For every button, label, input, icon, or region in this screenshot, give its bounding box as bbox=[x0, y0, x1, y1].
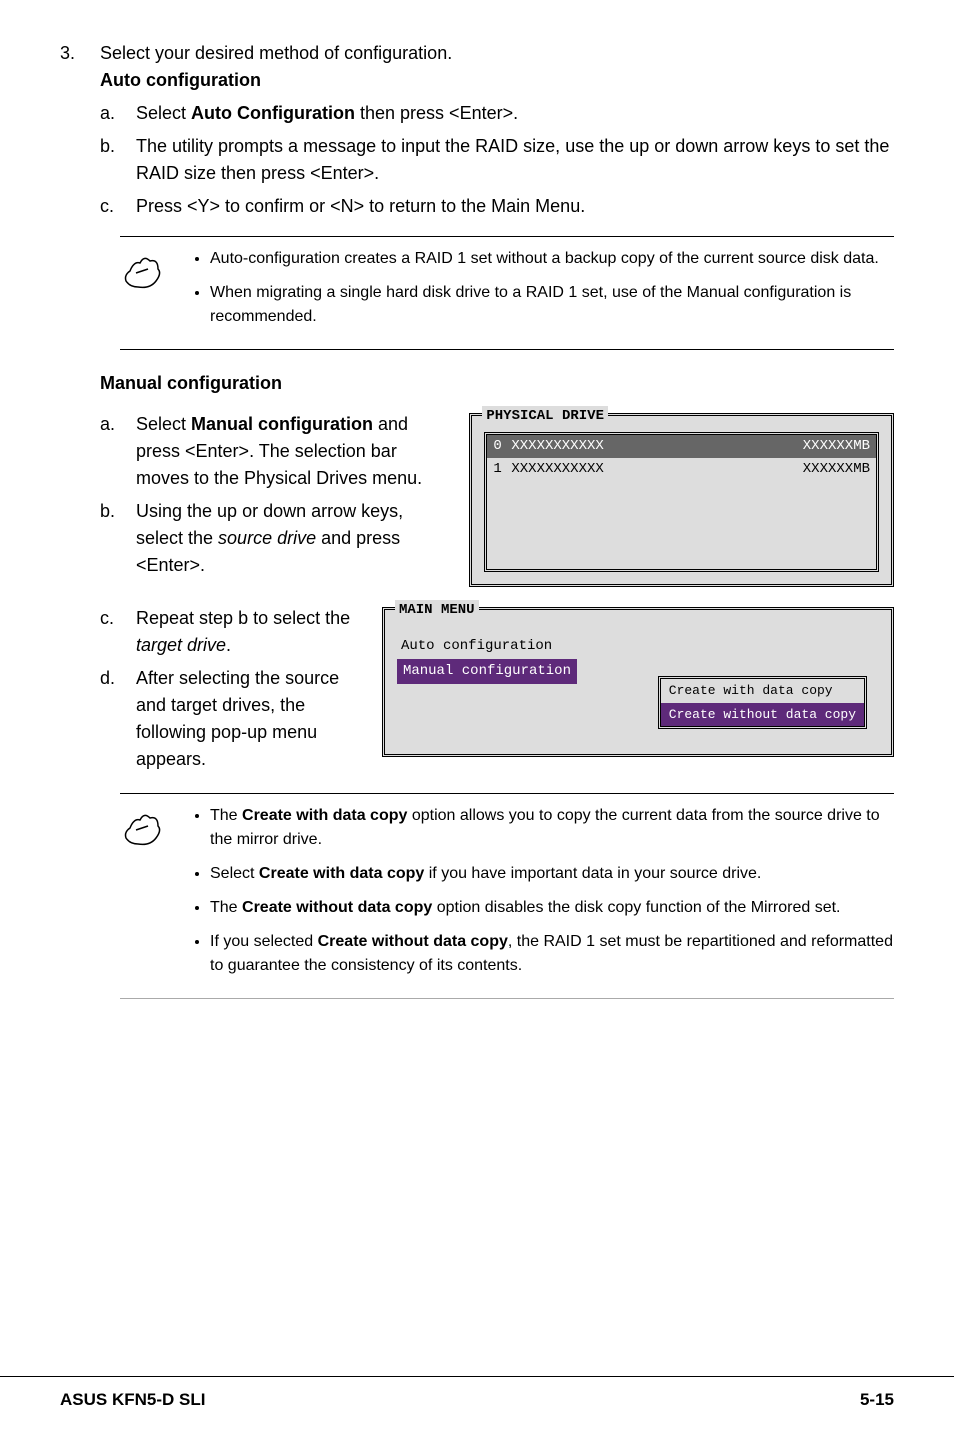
drive-row: 1 XXXXXXXXXXX XXXXXXMB bbox=[487, 458, 876, 481]
manual-b-letter: b. bbox=[100, 498, 136, 579]
popup-create-with-copy: Create with data copy bbox=[661, 679, 864, 703]
footer-model: ASUS KFN5-D SLI bbox=[60, 1387, 205, 1413]
manual-d-text: After selecting the source and target dr… bbox=[136, 665, 370, 773]
popup-create-without-copy: Create without data copy bbox=[661, 703, 864, 727]
sub-a-text: Select Auto Configuration then press <En… bbox=[136, 100, 894, 127]
main-menu-title: MAIN MENU bbox=[395, 600, 479, 621]
note1-bullet1: Auto-configuration creates a RAID 1 set … bbox=[210, 247, 894, 271]
manual-d-letter: d. bbox=[100, 665, 136, 773]
note2-bullet2: Select Create with data copy if you have… bbox=[210, 862, 894, 886]
physical-drive-panel: PHYSICAL DRIVE 0 XXXXXXXXXXX XXXXXXMB 1 … bbox=[469, 413, 894, 587]
manual-config-heading: Manual configuration bbox=[100, 370, 894, 397]
note-hand-icon bbox=[120, 804, 190, 988]
sub-b-text: The utility prompts a message to input t… bbox=[136, 133, 894, 187]
main-menu-panel: MAIN MENU Auto configuration Manual conf… bbox=[382, 607, 894, 757]
create-popup: Create with data copy Create without dat… bbox=[658, 676, 867, 729]
step-number: 3. bbox=[60, 40, 100, 226]
note-hand-icon bbox=[120, 247, 190, 339]
drive-row-selected: 0 XXXXXXXXXXX XXXXXXMB bbox=[487, 435, 876, 458]
sub-c-letter: c. bbox=[100, 193, 136, 220]
note2-bullet4: If you selected Create without data copy… bbox=[210, 930, 894, 978]
sub-b-letter: b. bbox=[100, 133, 136, 187]
manual-c-text: Repeat step b to select the target drive… bbox=[136, 605, 370, 659]
manual-c-letter: c. bbox=[100, 605, 136, 659]
manual-a-text: Select Manual configuration and press <E… bbox=[136, 411, 449, 492]
physical-drive-title: PHYSICAL DRIVE bbox=[482, 406, 608, 427]
footer-page-number: 5-15 bbox=[860, 1387, 894, 1413]
step-intro: Select your desired method of configurat… bbox=[100, 40, 894, 67]
sub-c-text: Press <Y> to confirm or <N> to return to… bbox=[136, 193, 894, 220]
sub-a-letter: a. bbox=[100, 100, 136, 127]
menu-auto-config: Auto configuration bbox=[397, 634, 556, 659]
note1-bullet2: When migrating a single hard disk drive … bbox=[210, 281, 894, 329]
note2-bullet1: The Create with data copy option allows … bbox=[210, 804, 894, 852]
menu-manual-config: Manual configuration bbox=[397, 659, 577, 684]
note2-bullet3: The Create without data copy option disa… bbox=[210, 896, 894, 920]
manual-b-text: Using the up or down arrow keys, select … bbox=[136, 498, 449, 579]
auto-config-heading: Auto configuration bbox=[100, 67, 894, 94]
manual-a-letter: a. bbox=[100, 411, 136, 492]
